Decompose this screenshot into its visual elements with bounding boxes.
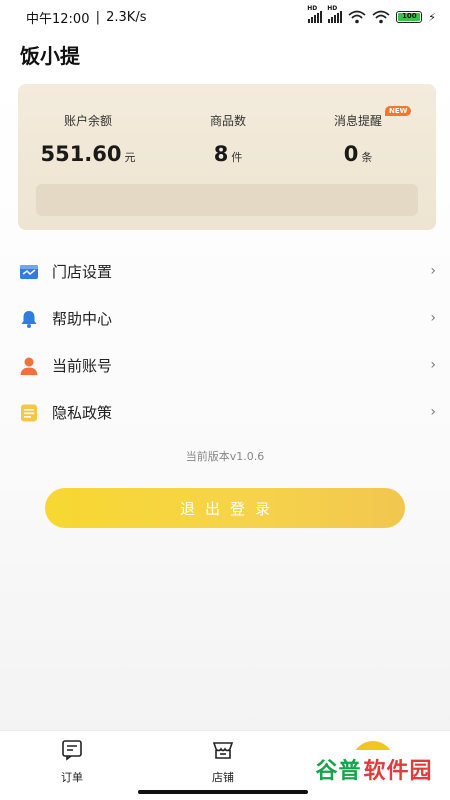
menu-item-current-account[interactable]: 当前账号 › xyxy=(0,342,450,389)
page-title: 饭小提 xyxy=(20,43,80,68)
watermark-part-2: 软件园 xyxy=(363,759,433,784)
stat-messages-value-row: 0 条 xyxy=(288,142,428,166)
settings-menu: 门店设置 › 帮助中心 › 当前账号 › 隐私政策 › xyxy=(0,248,450,436)
stat-balance-value: 551.60 xyxy=(40,142,122,166)
orders-icon xyxy=(62,740,82,761)
status-separator: | xyxy=(91,9,105,25)
stat-products-unit: 件 xyxy=(231,151,243,164)
new-badge: NEW xyxy=(385,106,412,116)
stat-products-label: 商品数 xyxy=(209,114,246,128)
charging-icon: ⚡ xyxy=(428,10,436,24)
chevron-right-icon: › xyxy=(430,310,436,326)
app-header: 饭小提 xyxy=(0,34,450,74)
chevron-right-icon: › xyxy=(430,404,436,420)
signal-icon: HD xyxy=(307,5,323,23)
bell-icon xyxy=(18,308,40,330)
tab-orders-label: 订单 xyxy=(61,771,83,784)
store-icon xyxy=(212,742,234,759)
watermark-logo: 谷普 软件园 xyxy=(306,750,442,788)
stat-products-value-row: 8 件 xyxy=(158,142,298,166)
stats-card-banner xyxy=(36,184,418,216)
menu-item-label: 当前账号 xyxy=(52,357,113,375)
chevron-right-icon: › xyxy=(430,263,436,279)
stats-card: 账户余额 551.60 元 商品数 8 件 消息提醒 0 条 NEW xyxy=(18,84,436,230)
menu-item-label: 帮助中心 xyxy=(52,310,113,328)
menu-item-label: 门店设置 xyxy=(52,263,113,281)
tab-store[interactable]: 店铺 xyxy=(193,739,253,785)
document-icon xyxy=(18,402,40,424)
tab-store-label: 店铺 xyxy=(212,771,234,784)
stat-messages-unit: 条 xyxy=(361,151,373,164)
status-left: 中午12:00 | 2.3K/s xyxy=(26,8,146,27)
tab-orders[interactable]: 订单 xyxy=(42,739,102,785)
status-bar: 中午12:00 | 2.3K/s HD HD 100 ⚡ xyxy=(0,0,450,34)
signal-icon-2: HD xyxy=(327,5,343,23)
battery-icon: 100 xyxy=(396,11,423,23)
stat-messages-value: 0 xyxy=(343,142,359,166)
menu-item-store-settings[interactable]: 门店设置 › xyxy=(0,248,450,295)
logout-button[interactable]: 退出登录 xyxy=(45,488,405,528)
store-settings-icon xyxy=(18,261,40,283)
chevron-right-icon: › xyxy=(430,357,436,373)
stat-balance-value-row: 551.60 元 xyxy=(18,142,158,166)
battery-level: 100 xyxy=(398,13,421,21)
status-right: HD HD 100 ⚡ xyxy=(307,5,436,24)
menu-item-privacy-policy[interactable]: 隐私政策 › xyxy=(0,389,450,436)
signal-hd-label: HD xyxy=(307,5,318,12)
wifi-icon-2 xyxy=(372,10,390,24)
signal-hd-label-2: HD xyxy=(327,5,338,12)
menu-item-help-center[interactable]: 帮助中心 › xyxy=(0,295,450,342)
stat-balance-label: 账户余额 xyxy=(63,114,112,128)
network-speed: 2.3K/s xyxy=(106,9,147,25)
watermark-part-1: 谷普 xyxy=(315,759,362,784)
wifi-icon xyxy=(348,10,366,24)
user-icon xyxy=(18,355,40,377)
stat-balance-unit: 元 xyxy=(124,151,136,164)
stat-products-value: 8 xyxy=(213,142,229,166)
status-time: 中午12:00 xyxy=(26,11,90,27)
menu-item-label: 隐私政策 xyxy=(52,404,113,422)
version-text: 当前版本v1.0.6 xyxy=(185,450,265,463)
home-indicator[interactable] xyxy=(138,790,308,794)
